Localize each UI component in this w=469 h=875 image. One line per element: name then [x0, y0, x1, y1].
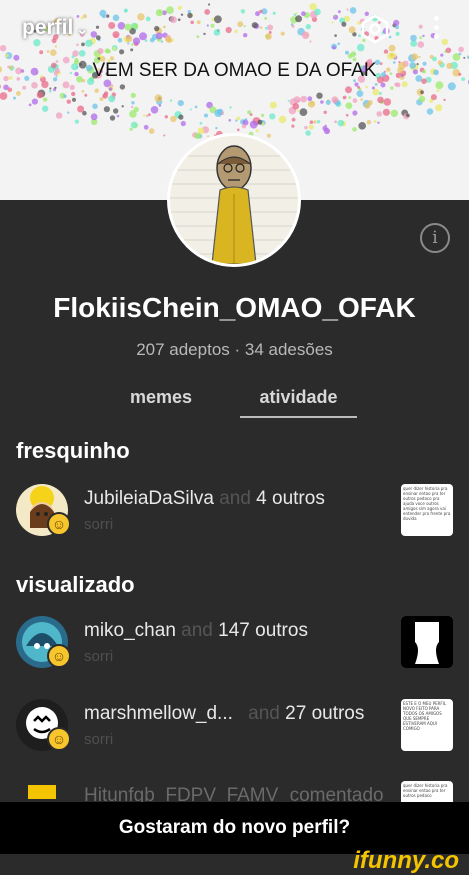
thumbnail-text: quer dizer historia pra ensinar entao pr… [401, 781, 453, 800]
info-icon[interactable]: i [420, 223, 450, 253]
activity-and: and [181, 620, 213, 641]
profile-stats: 207 adeptos · 34 adesões [0, 340, 469, 360]
tab-atividade[interactable]: atividade [240, 387, 357, 418]
avatar-drawing [170, 136, 298, 264]
activity-text: miko_chan and 147 outros [84, 620, 308, 642]
section-visualizado: visualizado [16, 572, 135, 598]
thumbnail-text: ESTE E O MEU PERFIL NOVO FEITO PARA TODO… [401, 699, 453, 733]
settings-hexagon-icon[interactable] [360, 14, 390, 44]
banner-text: VEM SER DA OMAO E DA OFAK [0, 60, 469, 82]
smile-badge-icon: ☺ [47, 644, 71, 668]
activity-others[interactable]: 27 outros [285, 703, 364, 724]
activity-row[interactable]: ☺ marshmellow_d... and 27 outros sorri E… [0, 699, 469, 769]
activity-others[interactable]: 147 outros [218, 620, 308, 641]
user-avatar[interactable] [16, 781, 68, 802]
smile-badge-icon: ☺ [47, 727, 71, 751]
profile-menu-button[interactable]: perfil⌄ [22, 16, 88, 40]
smile-badge-icon: ☺ [47, 512, 71, 536]
meme-thumbnail[interactable]: quer dizer historia pra ensinar entao pr… [401, 484, 453, 536]
thumbnail-text: quer dizer historia pra ensinar entao pr… [401, 484, 453, 523]
activity-row[interactable]: Hitunfgb_FDPV_FAMV comentado quer dizer … [0, 781, 469, 802]
activity-others: comentado [290, 785, 384, 802]
activity-action: sorri [84, 731, 113, 748]
activity-and: and [248, 703, 280, 724]
meme-thumbnail[interactable]: quer dizer historia pra ensinar entao pr… [401, 781, 453, 802]
activity-user[interactable]: JubileiaDaSilva [84, 488, 214, 509]
activity-text: Hitunfgb_FDPV_FAMV comentado [84, 785, 384, 802]
tab-memes[interactable]: memes [130, 387, 192, 408]
profile-avatar[interactable] [167, 133, 301, 267]
top-bar: perfil⌄ [0, 0, 469, 56]
profile-menu-label: perfil [22, 16, 73, 39]
activity-user[interactable]: Hitunfgb_FDPV_FAMV [84, 785, 278, 802]
more-options-icon[interactable] [430, 14, 442, 44]
profile-username: FlokiisChein_OMAO_OFAK [0, 292, 469, 324]
ifunny-watermark: ifunny.co [353, 847, 459, 875]
activity-and: and [219, 488, 251, 509]
activity-user[interactable]: miko_chan [84, 620, 176, 641]
activity-text: marshmellow_d... and 27 outros [84, 703, 364, 725]
meme-thumbnail[interactable]: ESTE E O MEU PERFIL NOVO FEITO PARA TODO… [401, 699, 453, 751]
activity-user[interactable]: marshmellow_d... [84, 703, 233, 724]
chevron-down-icon: ⌄ [76, 21, 88, 37]
activity-row[interactable]: ☺ JubileiaDaSilva and 4 outros sorri que… [0, 484, 469, 554]
activity-row[interactable]: ☺ miko_chan and 147 outros sorri [0, 616, 469, 686]
activity-action: sorri [84, 516, 113, 533]
activity-text: JubileiaDaSilva and 4 outros [84, 488, 325, 510]
activity-others[interactable]: 4 outros [256, 488, 325, 509]
meme-thumbnail[interactable] [401, 616, 453, 668]
activity-action: sorri [84, 648, 113, 665]
section-fresquinho: fresquinho [16, 438, 130, 464]
